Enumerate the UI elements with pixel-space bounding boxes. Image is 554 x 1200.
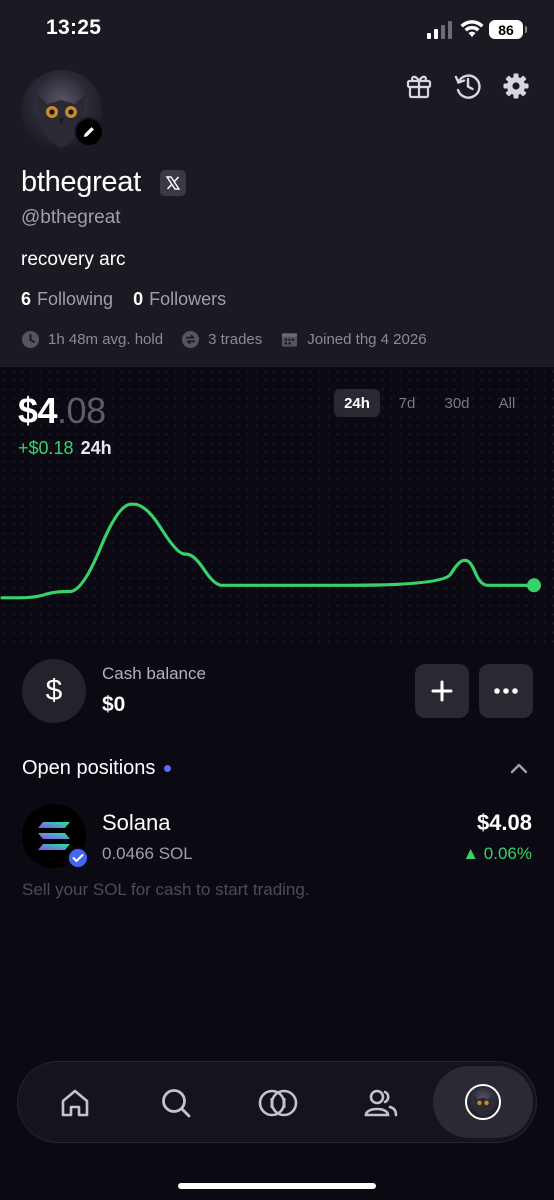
wifi-icon — [460, 20, 484, 37]
more-options-button[interactable] — [479, 664, 533, 718]
portfolio-change-period: 24h — [80, 438, 112, 458]
nav-social[interactable] — [353, 1076, 409, 1130]
cash-balance-label: Cash balance — [102, 664, 206, 683]
cash-balance-value: $0 — [102, 693, 126, 716]
search-icon — [162, 1089, 191, 1118]
x-logo-icon — [165, 176, 181, 190]
followers-link[interactable]: 0 Followers — [133, 289, 226, 310]
portfolio-value-main: $4 — [18, 390, 58, 431]
trading-hint: Sell your SOL for cash to start trading. — [22, 880, 310, 899]
following-label: Following — [37, 289, 114, 309]
asset-value: $4.08 — [476, 810, 532, 835]
trades-text: 3 trades — [208, 331, 263, 348]
pencil-icon — [84, 127, 94, 137]
avg-hold-stat: 1h 48m avg. hold — [21, 330, 163, 349]
nav-home[interactable] — [47, 1076, 103, 1130]
profile-avatar-icon — [465, 1084, 501, 1120]
edit-avatar-button[interactable] — [74, 117, 104, 147]
range-tab-all[interactable]: All — [484, 389, 530, 417]
range-tab-7d[interactable]: 7d — [384, 389, 430, 417]
trader-stats: 1h 48m avg. hold 3 trades Joined thg 4 2… — [21, 330, 445, 349]
home-indicator — [178, 1183, 376, 1189]
nav-trade[interactable] — [250, 1076, 306, 1130]
nav-profile[interactable] — [433, 1066, 533, 1138]
history-icon[interactable] — [452, 70, 484, 102]
portfolio-chart[interactable] — [0, 470, 554, 640]
notification-dot — [164, 765, 172, 772]
swap-icon — [182, 330, 200, 349]
gear-icon[interactable] — [500, 70, 532, 102]
battery-indicator: 86 — [489, 20, 527, 39]
user-handle: @bthegreat — [21, 207, 121, 228]
triangle-up-icon: ▲ — [462, 844, 484, 863]
range-tab-30d[interactable]: 30d — [434, 389, 480, 417]
portfolio-change-amount: +$0.18 — [18, 438, 74, 458]
trade-icon — [258, 1089, 298, 1117]
cash-icon: $ — [22, 659, 86, 723]
asset-change-value: 0.06% — [483, 844, 532, 863]
more-icon — [494, 688, 518, 694]
user-bio: recovery arc — [21, 249, 126, 270]
asset-change: ▲ 0.06% — [462, 844, 532, 864]
add-cash-button[interactable] — [415, 664, 469, 718]
clock-icon — [21, 330, 40, 349]
chart-line-series — [0, 502, 536, 600]
avg-hold-text: 1h 48m avg. hold — [48, 331, 164, 348]
username: bthegreat — [21, 166, 141, 198]
x-social-link[interactable] — [160, 170, 186, 196]
trades-stat: 3 trades — [181, 330, 262, 349]
portfolio-change: +$0.18 24h — [18, 438, 112, 459]
joined-stat: Joined thg 4 2026 — [280, 330, 427, 349]
signal-icon — [427, 21, 452, 39]
follow-stats: 6 Following 0 Followers — [21, 289, 226, 310]
portfolio-value: $4.08 — [18, 390, 106, 432]
home-icon — [61, 1089, 89, 1117]
verified-badge-icon — [67, 847, 89, 869]
range-tabs: 24h 7d 30d All — [334, 389, 530, 417]
gift-icon[interactable] — [403, 70, 435, 102]
joined-text: Joined thg 4 2026 — [307, 331, 427, 348]
chevron-up-icon[interactable] — [510, 760, 528, 776]
open-positions-title: Open positions — [22, 757, 172, 780]
status-time: 13:25 — [46, 16, 102, 39]
plus-icon — [431, 680, 453, 702]
range-tab-24h[interactable]: 24h — [334, 389, 380, 417]
following-count: 6 — [21, 289, 32, 309]
people-icon — [364, 1089, 398, 1117]
nav-search[interactable] — [148, 1076, 204, 1130]
followers-label: Followers — [149, 289, 227, 309]
followers-count: 0 — [133, 289, 144, 309]
following-link[interactable]: 6 Following — [21, 289, 113, 310]
calendar-icon — [282, 333, 298, 347]
asset-name: Solana — [102, 810, 171, 835]
open-positions-label: Open positions — [22, 757, 156, 779]
asset-amount: 0.0466 SOL — [102, 844, 193, 863]
chart-current-point — [527, 578, 541, 593]
portfolio-value-cents: .08 — [57, 390, 106, 431]
